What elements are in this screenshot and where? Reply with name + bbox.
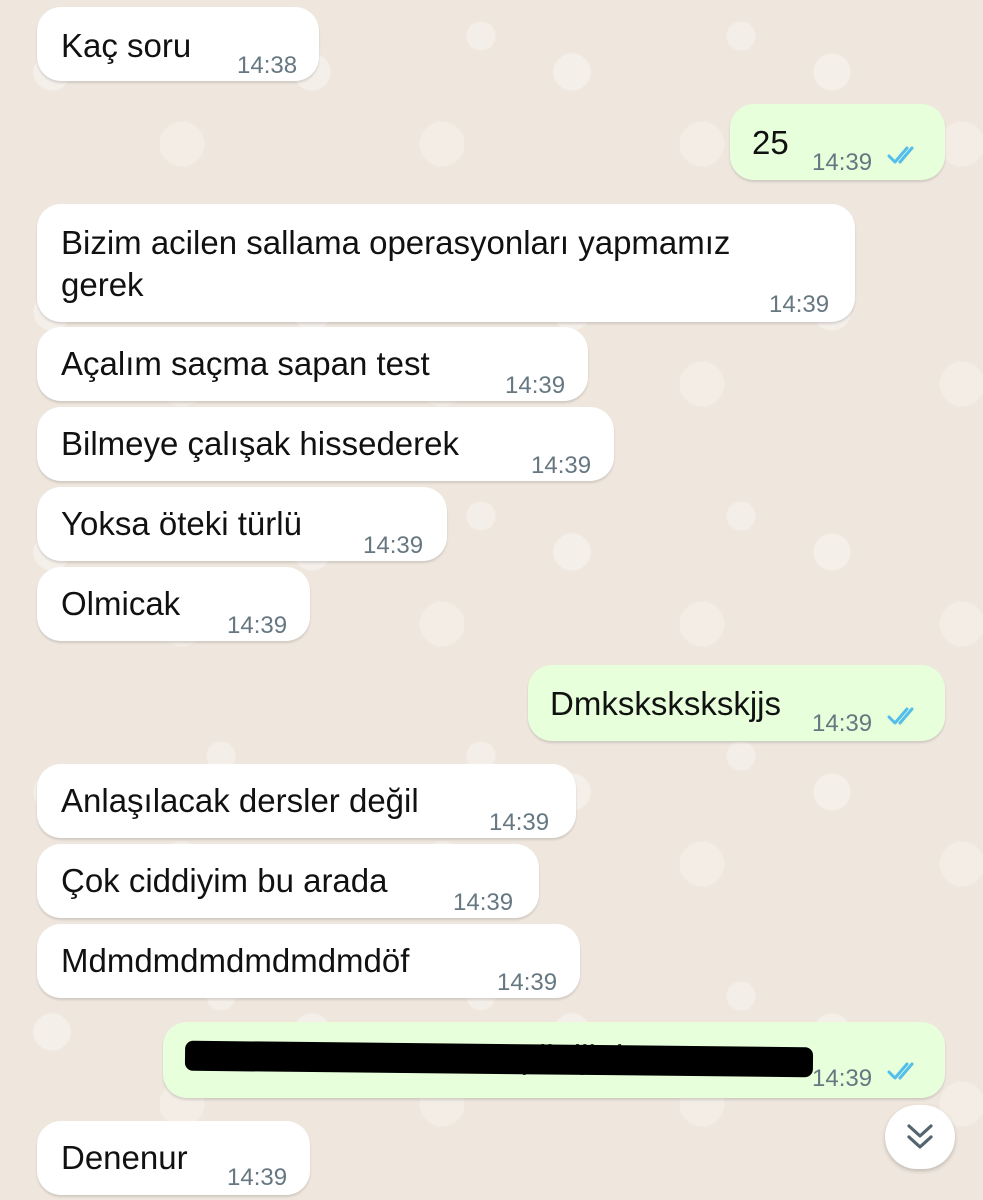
message-time: 14:39 [505, 372, 566, 399]
incoming-message[interactable]: Bilmeye çalışak hissederek 14:39 [37, 407, 614, 481]
incoming-message[interactable]: Çok ciddiyim bu arada 14:39 [37, 844, 539, 918]
double-check-icon [887, 707, 914, 725]
message-time: 14:39 [497, 969, 558, 996]
double-check-icon [887, 1062, 914, 1080]
message-text: Yoksa öteki türlü [61, 505, 302, 542]
message-time: 14:39 [227, 1164, 288, 1191]
message-text: Mdmdmdmdmdmdmdöf [61, 942, 410, 979]
incoming-message[interactable]: Denenur 14:39 [37, 1121, 310, 1195]
outgoing-message[interactable]: O nasıl bir soru tarzı aqdkdjkd 14:39 [163, 1022, 945, 1098]
message-time: 14:38 [237, 52, 298, 79]
incoming-message[interactable]: Yoksa öteki türlü 14:39 [37, 487, 447, 561]
message-text: Çok ciddiyim bu arada [61, 862, 388, 899]
message-text: Bilmeye çalışak hissederek [61, 425, 459, 462]
message-text: Denenur [61, 1139, 188, 1176]
message-text: Kaç soru [61, 27, 192, 64]
incoming-message[interactable]: Mdmdmdmdmdmdmdöf 14:39 [37, 924, 580, 998]
message-time: 14:39 [489, 809, 550, 836]
incoming-message[interactable]: Olmicak 14:39 [37, 567, 310, 641]
message-text: gerek [61, 266, 144, 303]
message-time: 14:39 [812, 710, 873, 737]
scroll-down-button[interactable] [885, 1105, 955, 1169]
outgoing-message[interactable]: 25 14:39 [730, 104, 945, 180]
incoming-message[interactable]: Açalım saçma sapan test 14:39 [37, 327, 588, 401]
message-time: 14:39 [453, 889, 514, 916]
message-time: 14:39 [531, 452, 592, 479]
message-time: 14:39 [227, 612, 288, 639]
message-text: Bizim acilen sallama operasyonları yapma… [61, 224, 731, 261]
message-time: 14:39 [769, 291, 830, 318]
chat-background: Kaç soru 14:38 25 14:39 Bizim acilen sal… [0, 0, 983, 1200]
message-time: 14:39 [363, 532, 424, 559]
double-check-icon [887, 146, 914, 164]
message-text: Açalım saçma sapan test [61, 345, 430, 382]
message-text: Anlaşılacak dersler değil [61, 782, 419, 819]
incoming-message[interactable]: Bizim acilen sallama operasyonları yapma… [37, 204, 855, 322]
incoming-message[interactable]: Anlaşılacak dersler değil 14:39 [37, 764, 576, 838]
incoming-message[interactable]: Kaç soru 14:38 [37, 7, 319, 81]
outgoing-message[interactable]: Dmkskskskskjjs 14:39 [528, 665, 945, 741]
message-text: 25 [752, 124, 789, 161]
message-time: 14:39 [812, 1065, 873, 1092]
message-text: Dmkskskskskjjs [550, 685, 781, 722]
double-chevron-down-icon [907, 1124, 933, 1149]
message-time: 14:39 [812, 149, 873, 176]
message-text: Olmicak [61, 585, 181, 622]
